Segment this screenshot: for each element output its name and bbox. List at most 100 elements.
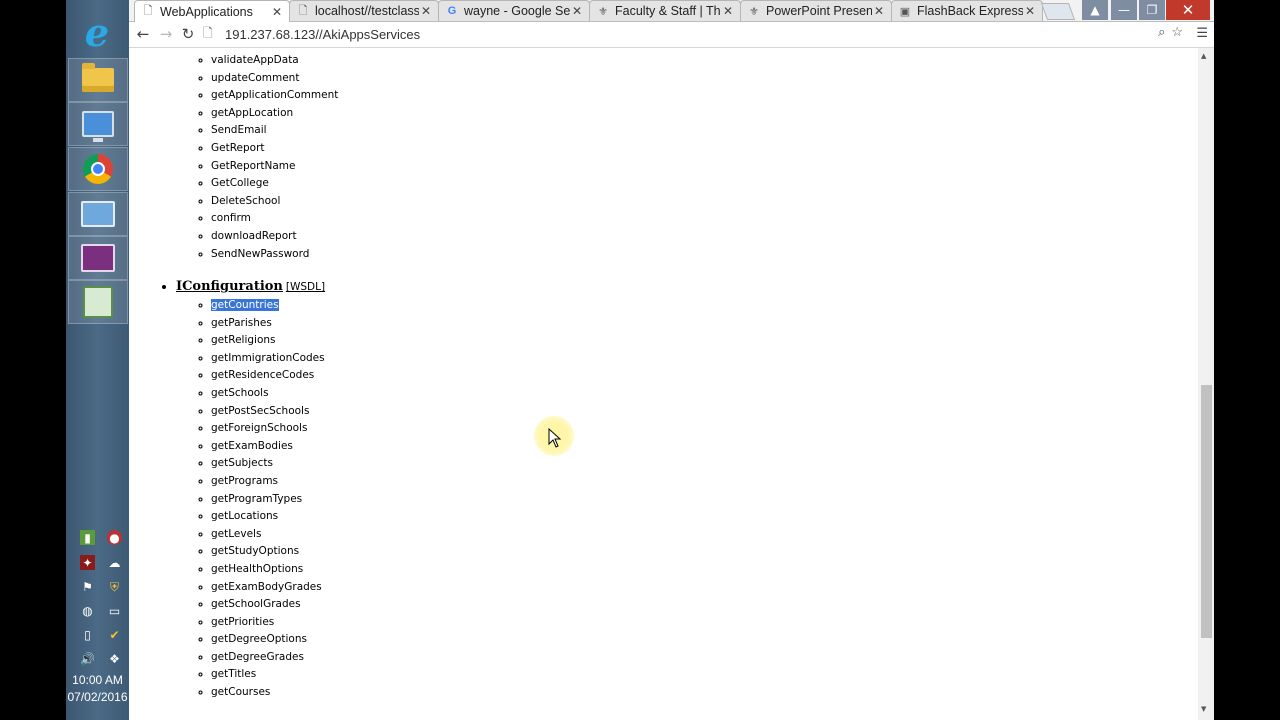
method-name[interactable]: getProgramTypes [211,493,302,505]
scroll-down-icon[interactable]: ▼ [1201,705,1206,713]
method-name[interactable]: getImmigrationCodes [211,352,325,364]
power-icon[interactable]: ▯ [80,627,95,642]
flag-icon[interactable]: ⚑ [80,579,95,594]
tab-localhost[interactable]: 🗋 localhost//testclass.p ✕ [289,0,439,21]
method-list-item: getLocations [211,508,325,526]
close-tab-icon[interactable]: ✕ [570,4,584,18]
file-explorer-icon[interactable] [68,58,128,102]
reload-icon[interactable]: ↻ [177,24,199,44]
battery-icon[interactable]: ▮ [80,530,95,545]
browser-tray-icon[interactable]: ◍ [80,603,95,618]
method-name[interactable]: getPrograms [211,475,278,487]
bookmark-star-icon[interactable]: ☆ [1171,24,1183,40]
display-icon[interactable]: ▭ [107,603,122,618]
user-icon[interactable]: ▲ [1082,0,1108,20]
method-name[interactable]: getLevels [211,528,261,540]
menu-icon[interactable]: ☰ [1196,26,1208,41]
method-name[interactable]: downloadReport [211,230,297,242]
close-tab-icon[interactable]: ✕ [872,4,886,18]
maximize-button[interactable]: ❐ [1139,0,1165,20]
tray-row-3: ⚑ ⛨ [80,579,122,594]
method-name[interactable]: getPostSecSchools [211,405,309,417]
tab-faculty-staff[interactable]: ⚜ Faculty & Staff | The ✕ [589,0,741,21]
tab-google-search[interactable]: G wayne - Google Sea ✕ [438,0,590,21]
security-shield-icon[interactable]: ⛨ [107,579,122,594]
method-name[interactable]: GetReport [211,142,265,154]
pdf-icon[interactable]: ✦ [80,555,95,570]
method-name[interactable]: getAppLocation [211,107,293,119]
scroll-up-icon[interactable]: ▲ [1201,52,1206,60]
method-name[interactable]: getSubjects [211,457,273,469]
dropbox-icon[interactable]: ❖ [107,651,122,666]
tray-row-2: ✦ ☁ [80,555,122,570]
vertical-scrollbar[interactable]: ▲ ▼ [1198,48,1214,720]
tray-row-6: 🔊 ❖ [80,651,122,666]
volume-icon[interactable]: 🔊 [80,651,95,666]
method-name[interactable]: getTitles [211,668,256,680]
back-arrow-icon[interactable]: ← [132,24,154,44]
wsdl-link[interactable]: [WSDL] [286,281,325,293]
method-name[interactable]: DeleteSchool [211,195,280,207]
method-name[interactable]: getStudyOptions [211,545,299,557]
method-list-item: getAppLocation [211,105,338,123]
method-name[interactable]: getPriorities [211,616,274,628]
method-name[interactable]: confirm [211,212,251,224]
method-name[interactable]: getReligions [211,334,276,346]
method-name[interactable]: getForeignSchools [211,422,307,434]
method-name[interactable]: SendEmail [211,124,267,136]
close-window-button[interactable]: ✕ [1166,0,1210,20]
method-name[interactable]: updateComment [211,72,299,84]
method-name[interactable]: getApplicationComment [211,89,338,101]
method-name[interactable]: getExamBodies [211,440,293,452]
close-tab-icon[interactable]: ✕ [721,4,735,18]
page-info-icon[interactable]: 🗋 [203,24,219,45]
presentation-icon[interactable] [68,236,128,280]
method-name[interactable]: getExamBodyGrades [211,581,322,593]
minimize-button[interactable]: — [1111,0,1137,20]
new-tab-button[interactable] [1040,3,1076,20]
method-name[interactable]: getCountries [211,299,279,311]
checkmark-icon[interactable]: ✔ [107,627,122,642]
forward-arrow-icon[interactable]: → [155,24,177,44]
method-name[interactable]: getDegreeOptions [211,633,307,645]
app-tray-icon[interactable]: ● [107,530,122,545]
method-list-item: getProgramTypes [211,491,325,509]
method-name[interactable]: getParishes [211,317,272,329]
network-computer-icon[interactable] [68,102,128,146]
page-content: validateAppData updateComment getApplicati… [129,48,1198,720]
tab-flashback[interactable]: ▣ FlashBack Express de ✕ [891,0,1043,21]
close-tab-icon[interactable]: ✕ [419,4,433,18]
address-bar[interactable]: 🗋 191.237.68.123//AkiAppsServices ⌕ ☆ [203,24,1203,44]
interface-name-link[interactable]: IConfiguration [176,279,283,294]
clock-time[interactable]: 10:00 AM [66,673,129,687]
method-name[interactable]: validateAppData [211,54,299,66]
method-name[interactable]: getLocations [211,510,278,522]
method-name[interactable]: SendNewPassword [211,248,309,260]
configuration-method-list: getCountries getParishes getReligions getIm… [211,297,325,702]
remote-desktop-icon[interactable] [68,192,128,236]
scrollbar-thumb[interactable] [1201,385,1212,638]
method-name[interactable]: getSchoolGrades [211,598,301,610]
onedrive-icon[interactable]: ☁ [107,555,122,570]
url-text[interactable]: 191.237.68.123//AkiAppsServices [225,27,420,42]
method-name[interactable]: getHealthOptions [211,563,303,575]
method-list-item: getParishes [211,315,325,333]
google-icon: G [447,5,457,17]
method-name[interactable]: GetCollege [211,177,269,189]
method-name[interactable]: getCourses [211,686,270,698]
close-tab-icon[interactable]: ✕ [270,5,284,19]
internet-explorer-icon[interactable]: e [68,12,126,54]
method-name[interactable]: getDegreeGrades [211,651,304,663]
photo-viewer-icon[interactable] [68,280,128,324]
clock-date[interactable]: 07/02/2016 [66,690,129,704]
method-name[interactable]: GetReportName [211,160,296,172]
tab-webapplications[interactable]: 🗋 WebApplications ✕ [134,0,290,22]
chrome-icon[interactable] [68,147,128,191]
method-name[interactable]: getSchools [211,387,269,399]
tab-powerpoint[interactable]: ⚜ PowerPoint Presenta ✕ [740,0,892,21]
method-name[interactable]: getResidenceCodes [211,369,314,381]
tab-label: FlashBack Express de [917,4,1023,18]
close-tab-icon[interactable]: ✕ [1023,4,1037,18]
zoom-icon[interactable]: ⌕ [1158,24,1165,40]
method-list-item: downloadReport [211,228,338,246]
